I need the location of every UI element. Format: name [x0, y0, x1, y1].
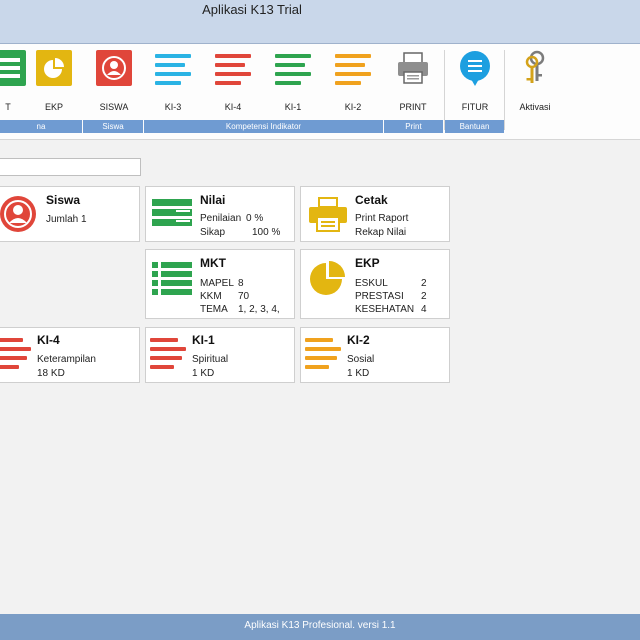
tile-text: Sosial — [347, 354, 375, 365]
tile-text: Spiritual — [192, 354, 229, 365]
ribbon-button-label: EKP — [44, 102, 63, 112]
tile-title: EKP — [355, 256, 380, 270]
tile-mkt[interactable]: MKT MAPEL 8 KKM 70 TEMA 1, 2, 3, 4, — [145, 249, 295, 319]
tile-ekp[interactable]: EKP ESKUL 2 PRESTASI 2 KESEHATAN 4 — [300, 249, 450, 319]
tile-text: 1 KD — [347, 368, 370, 379]
lines-icon — [0, 338, 31, 374]
tile-ki4[interactable]: KI-4 Keterampilan 18 KD — [0, 327, 140, 383]
tile-label: MAPEL — [200, 278, 234, 289]
tile-title: KI-2 — [347, 333, 370, 347]
ribbon-button-aktivasi[interactable]: Aktivasi — [507, 48, 563, 116]
tile-cetak[interactable]: Cetak Print Raport Rekap Nilai — [300, 186, 450, 242]
tile-title: Nilai — [200, 193, 226, 207]
list-icon — [152, 262, 192, 295]
ribbon-button-ki4[interactable]: KI-4 — [205, 48, 261, 116]
tile-value: 4 — [421, 304, 427, 315]
tile-nilai[interactable]: Nilai Penilaian 0 % Sikap 100 % — [145, 186, 295, 242]
group-label: na — [0, 120, 82, 133]
tile-title: Siswa — [46, 193, 81, 207]
ribbon-button-ki3[interactable]: KI-3 — [145, 48, 201, 116]
lines-icon — [215, 54, 251, 90]
tile-ki1[interactable]: KI-1 Spiritual 1 KD — [145, 327, 295, 383]
printer-icon — [398, 52, 428, 84]
tile-text: Print Raport — [355, 213, 409, 224]
lines-icon — [275, 54, 311, 90]
group-label-bantuan: Bantuan — [445, 120, 504, 133]
tile-title: MKT — [200, 256, 226, 270]
lines-icon — [305, 338, 341, 374]
tile-value: 1, 2, 3, 4, — [238, 304, 280, 315]
ribbon-toolbar: T EKP SISWA KI-3 KI-4 KI-1 KI-2 PRINT FI… — [0, 44, 640, 140]
tile-value: 0 % — [246, 213, 264, 224]
lines-icon — [150, 338, 186, 374]
ribbon-button-label: Aktivasi — [519, 102, 551, 112]
user-icon — [96, 50, 132, 86]
ribbon-button-print[interactable]: PRINT — [385, 48, 441, 116]
group-label-kompetensi: Kompetensi Indikator — [144, 120, 383, 133]
tile-label: Penilaian — [200, 213, 242, 224]
printer-icon — [309, 197, 347, 232]
group-label-siswa: Siswa — [83, 120, 143, 133]
ribbon-button-ekp[interactable]: EKP — [26, 48, 82, 116]
tile-text: Jumlah 1 — [46, 214, 87, 225]
tile-text: 18 KD — [37, 368, 65, 379]
ribbon-button-siswa[interactable]: SISWA — [86, 48, 142, 116]
lines-icon — [155, 54, 191, 90]
search-input[interactable] — [0, 158, 141, 176]
pie-chart-icon — [310, 261, 345, 295]
tile-value: 70 — [238, 291, 250, 302]
tile-label: KESEHATAN — [355, 304, 415, 315]
group-separator — [504, 50, 505, 130]
tile-text: 1 KD — [192, 368, 215, 379]
window-title: Aplikasi K13 Trial — [202, 2, 302, 17]
tile-text: Rekap Nilai — [355, 227, 407, 238]
keys-icon — [525, 50, 545, 83]
tile-siswa[interactable]: Siswa Jumlah 1 — [0, 186, 140, 242]
lines-icon — [335, 54, 371, 90]
tile-label: KKM — [200, 291, 222, 302]
tile-label: Sikap — [200, 227, 226, 238]
tile-title: KI-4 — [37, 333, 60, 347]
user-icon — [0, 196, 36, 232]
tile-title: KI-1 — [192, 333, 215, 347]
ribbon-button-fitur[interactable]: FITUR — [447, 48, 503, 116]
ribbon-button-label: SISWA — [99, 102, 129, 112]
tile-value: 8 — [238, 278, 244, 289]
status-text: Aplikasi K13 Profesional. versi 1.1 — [244, 620, 396, 631]
pie-chart-icon — [36, 50, 72, 86]
chat-bubble-icon — [460, 51, 490, 86]
table-icon — [152, 199, 192, 226]
tile-label: ESKUL — [355, 278, 388, 289]
title-bar: Aplikasi K13 Trial — [0, 0, 640, 44]
tile-value: 2 — [421, 278, 427, 289]
tile-label: TEMA — [200, 304, 228, 315]
group-label-print: Print — [384, 120, 443, 133]
ribbon-button-label: PRINT — [399, 102, 427, 112]
table-icon — [0, 50, 26, 86]
tile-value: 2 — [421, 291, 427, 302]
status-bar: Aplikasi K13 Profesional. versi 1.1 — [0, 614, 640, 640]
ribbon-button-label: FITUR — [461, 102, 489, 112]
ribbon-button-label: KI-4 — [224, 102, 242, 112]
ribbon-button-label: KI-3 — [164, 102, 182, 112]
ribbon-button-label: KI-1 — [284, 102, 302, 112]
ribbon-button-ki2[interactable]: KI-2 — [325, 48, 381, 116]
tile-title: Cetak — [355, 193, 388, 207]
ribbon-button-label: KI-2 — [344, 102, 362, 112]
group-separator — [444, 50, 445, 130]
tile-text: Keterampilan — [37, 354, 96, 365]
tile-label: PRESTASI — [355, 291, 404, 302]
ribbon-button-ki1[interactable]: KI-1 — [265, 48, 321, 116]
tile-ki2[interactable]: KI-2 Sosial 1 KD — [300, 327, 450, 383]
tile-value: 100 % — [252, 227, 281, 238]
